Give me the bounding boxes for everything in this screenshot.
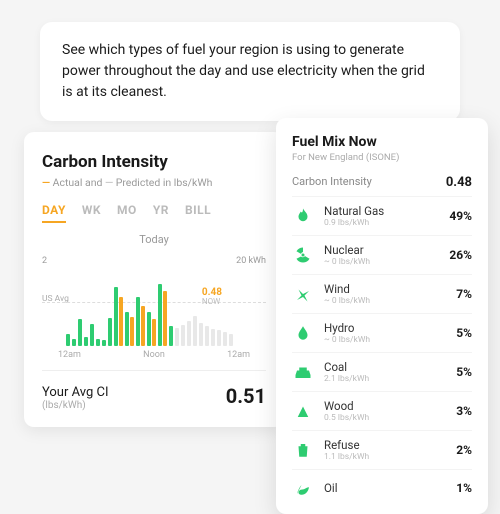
tab-month[interactable]: MO (117, 203, 137, 223)
fuel-detail: ~ 0 lbs/kWh (324, 257, 449, 267)
avg-label: Your Avg CI (42, 385, 109, 400)
fuel-main: Oil (324, 481, 456, 495)
x-left: 12am (58, 350, 81, 360)
x-mid: Noon (143, 350, 165, 360)
callout-now-label: NOW (202, 298, 222, 306)
carbon-intensity-card: Carbon Intensity Actual and Predicted in… (24, 132, 284, 427)
tab-year[interactable]: YR (153, 203, 169, 223)
fuel-row[interactable]: Wood0.5 lbs/kWh3% (292, 391, 472, 430)
fuel-percent: 49% (449, 209, 472, 223)
fuel-main: Wind~ 0 lbs/kWh (324, 282, 456, 306)
legend-subtitle: Actual and Predicted in lbs/kWh (42, 176, 266, 189)
fuel-icon (292, 322, 314, 344)
avg-label-block: Your Avg CI (lbs/kWh) (42, 381, 109, 411)
fuel-percent: 5% (456, 365, 472, 379)
fuel-row[interactable]: Coal2.1 lbs/kWh5% (292, 352, 472, 391)
fuel-detail: ~ 0 lbs/kWh (324, 335, 456, 345)
mix-ci-label: Carbon Intensity (292, 175, 372, 190)
legend-actual: Actual and (42, 176, 102, 189)
fuel-name: Wind (324, 282, 456, 296)
fuel-main: Nuclear~ 0 lbs/kWh (324, 243, 449, 267)
fuel-main: Refuse1.1 lbs/kWh (324, 438, 456, 462)
fuel-detail: ~ 0 lbs/kWh (324, 296, 456, 306)
time-range-tabs: DAY WK MO YR BILL (42, 203, 266, 223)
fuel-percent: 2% (456, 443, 472, 457)
fuel-name: Oil (324, 481, 456, 495)
mix-title: Fuel Mix Now (292, 134, 472, 150)
fuel-row[interactable]: Nuclear~ 0 lbs/kWh26% (292, 235, 472, 274)
divider (42, 370, 266, 371)
tab-bill[interactable]: BILL (185, 203, 211, 223)
fuel-icon (292, 361, 314, 383)
avg-value: 0.51 (226, 384, 266, 408)
today-label: Today (42, 233, 266, 246)
fuel-percent: 1% (456, 481, 472, 495)
x-right: 12am (227, 350, 250, 360)
fuel-main: Hydro~ 0 lbs/kWh (324, 321, 456, 345)
mix-ci-row: Carbon Intensity 0.48 (292, 175, 472, 190)
fuel-row[interactable]: Natural Gas0.9 lbs/kWh49% (292, 196, 472, 235)
fuel-name: Hydro (324, 321, 456, 335)
fuel-mix-card: Fuel Mix Now For New England (ISONE) Car… (276, 118, 488, 514)
carbon-intensity-chart[interactable]: 2 20 kWh US Avg 0.48 NOW 12am Noon 12am (42, 252, 266, 360)
fuel-percent: 26% (449, 248, 472, 262)
tab-week[interactable]: WK (82, 203, 101, 223)
fuel-name: Nuclear (324, 243, 449, 257)
fuel-name: Coal (324, 360, 456, 374)
fuel-icon (292, 400, 314, 422)
fuel-percent: 5% (456, 326, 472, 340)
fuel-icon (292, 477, 314, 499)
fuel-list: Natural Gas0.9 lbs/kWh49%Nuclear~ 0 lbs/… (292, 196, 472, 506)
x-axis-labels: 12am Noon 12am (58, 350, 250, 360)
fuel-detail: 0.5 lbs/kWh (324, 413, 456, 423)
fuel-detail: 2.1 lbs/kWh (324, 374, 456, 384)
y-axis-left: 2 (42, 256, 47, 266)
fuel-row[interactable]: Hydro~ 0 lbs/kWh5% (292, 313, 472, 352)
fuel-icon (292, 205, 314, 227)
fuel-name: Refuse (324, 438, 456, 452)
avg-unit: (lbs/kWh) (42, 400, 109, 411)
legend-predicted: Predicted in lbs/kWh (105, 176, 212, 189)
fuel-row[interactable]: Oil1% (292, 469, 472, 506)
tab-day[interactable]: DAY (42, 203, 66, 223)
fuel-icon (292, 244, 314, 266)
fuel-main: Wood0.5 lbs/kWh (324, 399, 456, 423)
fuel-icon (292, 283, 314, 305)
fuel-detail: 0.9 lbs/kWh (324, 218, 449, 228)
fuel-main: Coal2.1 lbs/kWh (324, 360, 456, 384)
fuel-row[interactable]: Refuse1.1 lbs/kWh2% (292, 430, 472, 469)
fuel-percent: 7% (456, 287, 472, 301)
tooltip-text: See which types of fuel your region is u… (62, 42, 425, 100)
fuel-icon (292, 439, 314, 461)
mix-subtitle: For New England (ISONE) (292, 152, 472, 163)
card-title: Carbon Intensity (42, 152, 266, 172)
fuel-percent: 3% (456, 404, 472, 418)
current-value-callout: 0.48 NOW (202, 288, 222, 306)
info-tooltip: See which types of fuel your region is u… (40, 22, 460, 121)
fuel-detail: 1.1 lbs/kWh (324, 452, 456, 462)
your-avg-row: Your Avg CI (lbs/kWh) 0.51 (42, 381, 266, 411)
fuel-name: Wood (324, 399, 456, 413)
fuel-name: Natural Gas (324, 204, 449, 218)
fuel-main: Natural Gas0.9 lbs/kWh (324, 204, 449, 228)
fuel-row[interactable]: Wind~ 0 lbs/kWh7% (292, 274, 472, 313)
mix-ci-value: 0.48 (446, 175, 472, 190)
